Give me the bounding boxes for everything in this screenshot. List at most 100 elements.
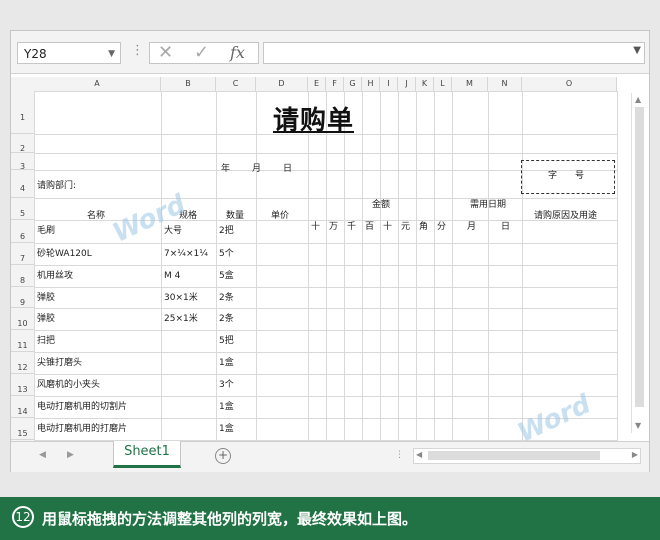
column-header-h[interactable]: H	[362, 77, 380, 91]
next-sheet-icon[interactable]: ▶	[67, 450, 74, 460]
row-header-13[interactable]: 13	[11, 374, 34, 396]
item-spec: 25×1米	[164, 314, 198, 324]
item-name: 尖锥打磨头	[37, 358, 83, 368]
row-header-1[interactable]: 1	[11, 91, 34, 134]
item-name: 弹胶	[37, 293, 56, 303]
formula-buttons: ✕ ✓ fx	[149, 42, 259, 64]
item-name: 风磨机的小夹头	[37, 380, 101, 390]
vertical-scroll-thumb[interactable]	[635, 107, 644, 407]
grid-line-horizontal	[34, 91, 617, 92]
item-spec: 7×¼×1¼	[164, 249, 208, 259]
item-qty: 1盒	[219, 358, 234, 368]
item-spec: 大号	[164, 226, 183, 236]
date-year: 年	[221, 164, 231, 174]
item-name: 砂轮WA120L	[37, 249, 92, 259]
column-header-c[interactable]: C	[216, 77, 256, 91]
scroll-down-icon[interactable]: ▼	[635, 421, 641, 430]
item-qty: 5把	[219, 336, 234, 346]
add-sheet-icon[interactable]: +	[215, 448, 231, 464]
serial-label: 字 号	[548, 171, 585, 181]
row-header-6[interactable]: 6	[11, 220, 34, 243]
column-header-m[interactable]: M	[452, 77, 488, 91]
grid-line-vertical	[434, 91, 435, 454]
excel-window: Y28 ▼ ⋮ ✕ ✓ fx ▼ ABCDEFGHIJKLMNO 1234567…	[10, 30, 650, 472]
row-header-12[interactable]: 12	[11, 352, 34, 374]
row-header-8[interactable]: 8	[11, 265, 34, 287]
column-header-d[interactable]: D	[256, 77, 308, 91]
item-qty: 5盒	[219, 271, 234, 281]
select-all-corner[interactable]	[11, 77, 35, 91]
item-qty: 2条	[219, 293, 234, 303]
expand-formula-icon[interactable]: ▼	[633, 45, 641, 56]
row-header-7[interactable]: 7	[11, 243, 34, 265]
scroll-right-icon[interactable]: ▶	[632, 450, 638, 459]
row-header-9[interactable]: 9	[11, 287, 34, 308]
amount-unit-0: 十	[311, 222, 321, 232]
scroll-up-icon[interactable]: ▲	[635, 95, 641, 104]
tab-splitter-icon[interactable]: ⋮	[395, 450, 404, 460]
department-label: 请购部门:	[37, 181, 77, 191]
vertical-scrollbar[interactable]: ▲ ▼	[631, 93, 648, 433]
column-header-l[interactable]: L	[434, 77, 452, 91]
column-header-b[interactable]: B	[161, 77, 216, 91]
cancel-icon[interactable]: ✕	[158, 43, 173, 63]
header-name: 名称	[87, 211, 106, 221]
item-name: 毛刷	[37, 226, 56, 236]
scroll-left-icon[interactable]: ◀	[416, 450, 422, 459]
row-header-10[interactable]: 10	[11, 308, 34, 330]
worksheet-grid[interactable]: ABCDEFGHIJKLMNO 12345678910111213141516 …	[11, 74, 649, 456]
prev-sheet-icon[interactable]: ◀	[39, 450, 46, 460]
name-box[interactable]: Y28 ▼	[17, 42, 121, 64]
column-header-a[interactable]: A	[34, 77, 161, 91]
horizontal-scrollbar[interactable]: ◀ ▶	[413, 448, 641, 464]
column-header-k[interactable]: K	[416, 77, 434, 91]
row-header-3[interactable]: 3	[11, 153, 34, 171]
row-header-14[interactable]: 14	[11, 396, 34, 418]
horizontal-scroll-thumb[interactable]	[428, 451, 600, 460]
header-unit-price: 单价	[271, 211, 290, 221]
date-month: 月	[252, 164, 262, 174]
grid-line-vertical	[216, 91, 217, 454]
item-qty: 2把	[219, 226, 234, 236]
grid-line-horizontal	[34, 330, 617, 331]
row-header-15[interactable]: 15	[11, 418, 34, 440]
serial-box[interactable]: 字 号	[521, 160, 615, 194]
item-name: 机用丝攻	[37, 271, 74, 281]
name-box-value: Y28	[24, 47, 47, 61]
column-header-j[interactable]: J	[398, 77, 416, 91]
grid-line-horizontal	[34, 308, 617, 309]
column-header-n[interactable]: N	[488, 77, 522, 91]
row-header-2[interactable]: 2	[11, 134, 34, 153]
enter-icon[interactable]: ✓	[194, 43, 209, 63]
item-name: 扫把	[37, 336, 56, 346]
row-header-5[interactable]: 5	[11, 198, 34, 220]
grid-line-vertical	[34, 91, 35, 454]
header-need-month: 月	[467, 222, 477, 232]
grid-line-vertical	[488, 91, 489, 454]
column-header-o[interactable]: O	[522, 77, 617, 91]
column-header-g[interactable]: G	[344, 77, 362, 91]
row-header-4[interactable]: 4	[11, 170, 34, 198]
row-header-11[interactable]: 11	[11, 330, 34, 352]
grid-line-horizontal	[34, 396, 617, 397]
item-spec: M 4	[164, 271, 181, 281]
formula-input[interactable]: ▼	[263, 42, 645, 64]
amount-unit-3: 百	[365, 222, 375, 232]
column-header-f[interactable]: F	[326, 77, 344, 91]
more-options-icon[interactable]: ⋮	[131, 43, 144, 58]
grid-line-vertical	[344, 91, 345, 454]
tab-sheet1[interactable]: Sheet1	[113, 441, 181, 468]
chevron-down-icon[interactable]: ▼	[108, 43, 115, 65]
item-qty: 2条	[219, 314, 234, 324]
item-name: 电动打磨机用的打磨片	[37, 424, 128, 434]
amount-unit-4: 十	[383, 222, 393, 232]
grid-line-vertical	[452, 91, 453, 454]
amount-unit-2: 千	[347, 222, 357, 232]
grid-line-vertical	[398, 91, 399, 454]
grid-line-vertical	[362, 91, 363, 454]
column-header-i[interactable]: I	[380, 77, 398, 91]
amount-unit-7: 分	[437, 222, 447, 232]
column-header-e[interactable]: E	[308, 77, 326, 91]
item-name: 弹胶	[37, 314, 56, 324]
function-icon[interactable]: fx	[230, 43, 245, 63]
